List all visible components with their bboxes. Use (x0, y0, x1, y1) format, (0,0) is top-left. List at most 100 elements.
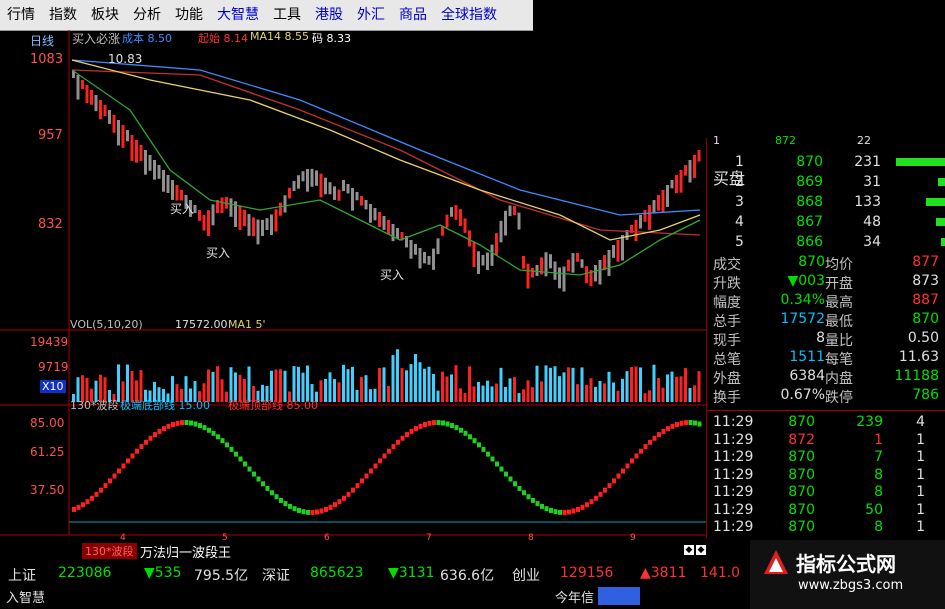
candlestick (567, 259, 570, 272)
tab-wave[interactable]: 130*波段 (82, 543, 137, 559)
wave-bar (661, 428, 666, 434)
menu-item-9[interactable]: 商品 (392, 0, 434, 30)
news-badge[interactable] (598, 587, 640, 605)
menu-item-8[interactable]: 外汇 (350, 0, 392, 30)
tick-volume: 8 (874, 519, 883, 535)
wave-bar (589, 499, 594, 505)
tick-price: 870 (788, 519, 815, 535)
stat-key: 换手 (713, 390, 741, 406)
ob-price[interactable]: 870 (775, 154, 823, 170)
volume-bar (373, 388, 377, 402)
volume-bar (360, 377, 363, 402)
stat-value: ▼003 (787, 273, 826, 289)
volume-label-mid: 9719 (38, 360, 69, 374)
candlestick (238, 205, 242, 230)
wave-bar (427, 420, 432, 426)
candlestick (360, 196, 363, 206)
candlestick (486, 252, 489, 271)
candlestick (180, 190, 183, 201)
wave-bar (612, 478, 616, 484)
ob-level: 4 (735, 214, 744, 230)
volume-label-high: 19439 (30, 335, 69, 349)
candlestick (409, 240, 413, 259)
sz-label[interactable]: 深证 (262, 565, 290, 585)
candlestick (157, 165, 161, 179)
tick-count: 1 (916, 519, 925, 535)
ob-price[interactable]: 868 (775, 194, 823, 210)
menu-item-10[interactable]: 全球指数 (434, 0, 504, 30)
stat-value: 11.63 (898, 349, 939, 365)
scroll-left-icon[interactable]: ◆ (684, 545, 694, 555)
volume-bar (513, 377, 516, 402)
wave-bar (207, 427, 211, 433)
buy-signal-2: 买入 (206, 246, 231, 260)
volume-bar (553, 366, 557, 402)
tick-separator (707, 410, 945, 411)
candlestick (580, 259, 584, 268)
stat-key: 均价 (825, 257, 853, 273)
wave-bar (490, 456, 495, 462)
candlestick (513, 206, 516, 216)
stat-key: 现手 (713, 333, 741, 349)
volume-bar (382, 367, 386, 402)
tick-count: 1 (916, 501, 925, 518)
scroll-right-icon[interactable]: ◆ (696, 545, 706, 555)
volume-bar (369, 389, 372, 402)
volume-bar (337, 382, 341, 402)
wave-bar (652, 435, 657, 441)
cy-label[interactable]: 创业 (512, 565, 540, 585)
wave-bar (333, 502, 337, 508)
menu-item-4[interactable]: 功能 (168, 0, 210, 30)
x-tick-label: 4 (120, 533, 126, 543)
menu-item-2[interactable]: 板块 (84, 0, 126, 30)
period-label[interactable]: 日线 (30, 32, 54, 49)
cy-value: 129156 (560, 565, 614, 581)
tab-wave-king[interactable]: 万法归一波段王 (140, 542, 231, 561)
wave-bar (553, 509, 558, 515)
wave-bar (315, 509, 319, 515)
volume-bar (432, 373, 435, 402)
menu-item-0[interactable]: 行情 (0, 0, 42, 30)
ob-price[interactable]: 869 (775, 174, 823, 190)
wave-bar (94, 491, 99, 497)
volume-bar (378, 367, 381, 402)
candlestick (387, 220, 390, 235)
wave-bar (216, 434, 220, 440)
candlestick (499, 220, 503, 243)
sh-label[interactable]: 上证 (8, 565, 36, 585)
candlestick (693, 155, 696, 178)
menu-item-5[interactable]: 大智慧 (210, 0, 266, 30)
candlestick (121, 125, 125, 148)
wave-bar (369, 468, 373, 474)
menu-item-7[interactable]: 港股 (308, 0, 350, 30)
candlestick (490, 244, 494, 266)
volume-header: VOL(5,10,20) (70, 318, 143, 331)
volume-bar (531, 387, 534, 402)
ob-price[interactable]: 867 (775, 214, 823, 230)
ob-price[interactable]: 866 (775, 234, 823, 250)
legend-code: 码 8.33 (312, 32, 351, 45)
candlestick (675, 175, 678, 194)
volume-value: 17572.00 (175, 318, 228, 331)
stat-value: 8 (816, 330, 825, 346)
ob-volume-bar (896, 158, 945, 166)
candlestick (90, 90, 93, 105)
candlestick (517, 212, 521, 230)
wave-bar (175, 420, 180, 426)
menu-item-6[interactable]: 工具 (266, 0, 308, 30)
quote-panel: 1 872 22 买盘 1 870 231 2 869 31 3 868 133 4 … (706, 134, 945, 538)
tick-count: 1 (916, 466, 925, 483)
wave-bar (436, 420, 441, 426)
candlestick (396, 228, 399, 240)
candlestick (144, 150, 147, 175)
candlestick (607, 250, 611, 276)
stat-key: 幅度 (713, 295, 741, 311)
candlestick (94, 95, 98, 112)
wave-bar (283, 501, 288, 507)
menu-item-1[interactable]: 指数 (42, 0, 84, 30)
candlestick (288, 187, 291, 199)
news-ticker[interactable]: 今年信 (555, 587, 594, 606)
candlestick (459, 209, 462, 226)
indicator-name: 买入必涨 (72, 32, 121, 46)
menu-item-3[interactable]: 分析 (126, 0, 168, 30)
